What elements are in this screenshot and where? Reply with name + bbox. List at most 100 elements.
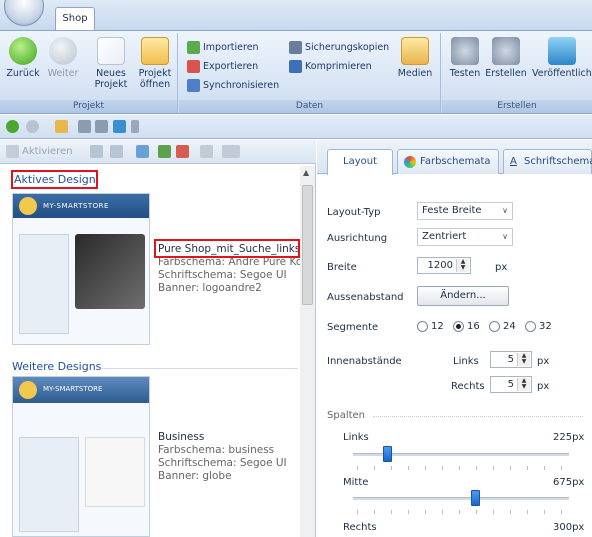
business-design-name: Business [158,431,205,443]
segment-radio-24[interactable]: 24 [489,321,516,332]
slider-ticks [357,510,569,514]
refresh-icon[interactable] [136,145,149,158]
alignment-label: Ausrichtung [327,233,388,244]
store-logo-icon [19,381,37,399]
business-design-thumbnail[interactable]: MY-SMARTSTORE [12,376,150,537]
test-button[interactable]: Testen [448,37,482,79]
padding-left-label: Links [453,356,479,367]
column-right-value: 300px [553,522,585,533]
spin-arrows-icon[interactable]: ▲ ▼ [517,378,530,391]
forward-arrow-icon [49,37,77,65]
gear-icon[interactable] [78,120,91,133]
columns-divider [373,416,583,417]
padding-left-unit: px [537,356,550,367]
section-divider [102,368,298,369]
sync-button[interactable]: Synchronisieren [187,77,279,93]
padding-left-stepper[interactable]: 5 ▲ ▼ [490,351,532,368]
active-design-thumbnail[interactable]: MY-SMARTSTORE [12,193,150,345]
ribbon-group-erstellen: Testen Erstellen Veröffentliche Erstelle… [442,33,592,113]
column-mid-value: 675px [553,477,585,488]
group-label-erstellen: Erstellen [442,100,592,113]
folder-icon[interactable] [55,120,68,133]
customize-icon[interactable] [131,120,139,133]
width-unit: px [495,262,508,273]
publish-icon[interactable] [113,120,126,133]
group-label-projekt: Projekt [0,100,177,113]
backups-button[interactable]: Sicherungskopien [289,39,389,55]
tab-layout[interactable]: Layout [327,149,393,175]
activate-icon [6,145,19,158]
spin-arrows-icon[interactable]: ▲ ▼ [456,259,469,272]
back-button[interactable]: Zurück [4,37,42,79]
business-design-color: Farbschema: business [158,444,275,456]
more-designs-title: Weitere Designs [12,360,102,373]
ribbon-group-projekt: Zurück Weiter Neues Projekt Projekt öffn… [0,33,178,113]
slider-ticks [357,466,569,470]
margin-label: Aussenabstand [327,292,404,303]
padding-label: Innenabstände [327,356,402,367]
business-design-info: Business Farbschema: business Schriftsch… [158,431,287,483]
change-margin-button[interactable]: Ändern... [417,286,509,306]
sync-icon [187,78,200,92]
forward-button[interactable]: Weiter [44,37,82,79]
properties-tabs: Layout Farbschemata A Schriftschemat [317,140,592,175]
padding-right-unit: px [537,381,550,392]
scroll-up-icon[interactable]: ▲ [303,168,309,177]
font-icon: A [510,156,517,167]
store-logo-icon [19,197,37,215]
width-label: Breite [327,262,357,273]
import-icon[interactable] [158,145,171,158]
segment-radio-16[interactable]: 16 [453,321,480,332]
delete-icon[interactable] [200,145,213,158]
palette-icon [404,156,416,168]
export-button[interactable]: Exportieren [187,58,258,74]
column-mid-label: Mitte [343,477,369,488]
view-options-icon[interactable] [222,145,240,158]
back-arrow-icon[interactable] [6,120,19,133]
column-left-label: Links [343,432,369,443]
ribbon-group-daten: Importieren Exportieren Synchronisieren … [179,33,441,113]
export-icon [187,59,200,73]
active-design-banner: Banner: logoandre2 [158,282,262,294]
layout-properties: Layout-Typ Feste Breite ∨ Ausrichtung Zen… [317,175,592,537]
column-mid-track[interactable] [353,497,569,500]
column-mid-slider[interactable] [471,490,480,506]
padding-right-stepper[interactable]: 5 ▲ ▼ [490,376,532,393]
highlight-active-title [11,170,98,189]
new-project-button[interactable]: Neues Projekt [88,37,134,90]
open-project-button[interactable]: Projekt öffnen [134,37,176,90]
tab-color-schemes[interactable]: Farbschemata [397,149,499,174]
gears-icon[interactable] [95,120,108,133]
scrollbar-thumb[interactable] [302,185,313,305]
activate-button[interactable]: Aktivieren [6,145,73,158]
export-icon[interactable] [176,145,189,158]
segment-radio-32[interactable]: 32 [525,321,552,332]
tab-font-schemes[interactable]: A Schriftschemat [503,149,592,174]
publish-icon [548,37,576,65]
save-icon[interactable] [90,145,103,158]
new-document-icon [97,37,125,65]
media-button[interactable]: Medien [395,37,435,79]
segment-radio-12[interactable]: 12 [417,321,444,332]
column-left-slider[interactable] [383,446,392,462]
business-design-font: Schriftschema: Segoe UI [158,457,287,469]
business-design-banner: Banner: globe [158,470,232,482]
layout-type-label: Layout-Typ [327,207,381,218]
forward-arrow-icon[interactable] [26,120,39,133]
layout-type-select[interactable]: Feste Breite ∨ [417,202,513,220]
compress-button[interactable]: Komprimieren [289,58,372,74]
backup-icon [289,40,302,54]
import-icon [187,40,200,54]
alignment-select[interactable]: Zentriert ∨ [417,228,513,246]
spin-arrows-icon[interactable]: ▲ ▼ [517,353,530,366]
quick-access-toolbar [0,115,592,139]
width-stepper[interactable]: 1200 ▲ ▼ [417,257,471,274]
tab-shop[interactable]: Shop [55,7,95,31]
build-button[interactable]: Erstellen [484,37,528,79]
gears-icon [492,37,520,65]
column-left-value: 225px [553,432,585,443]
copy-icon[interactable] [110,145,123,158]
import-button[interactable]: Importieren [187,39,259,55]
publish-button[interactable]: Veröffentliche [532,37,592,79]
columns-label: Spalten [327,410,366,421]
